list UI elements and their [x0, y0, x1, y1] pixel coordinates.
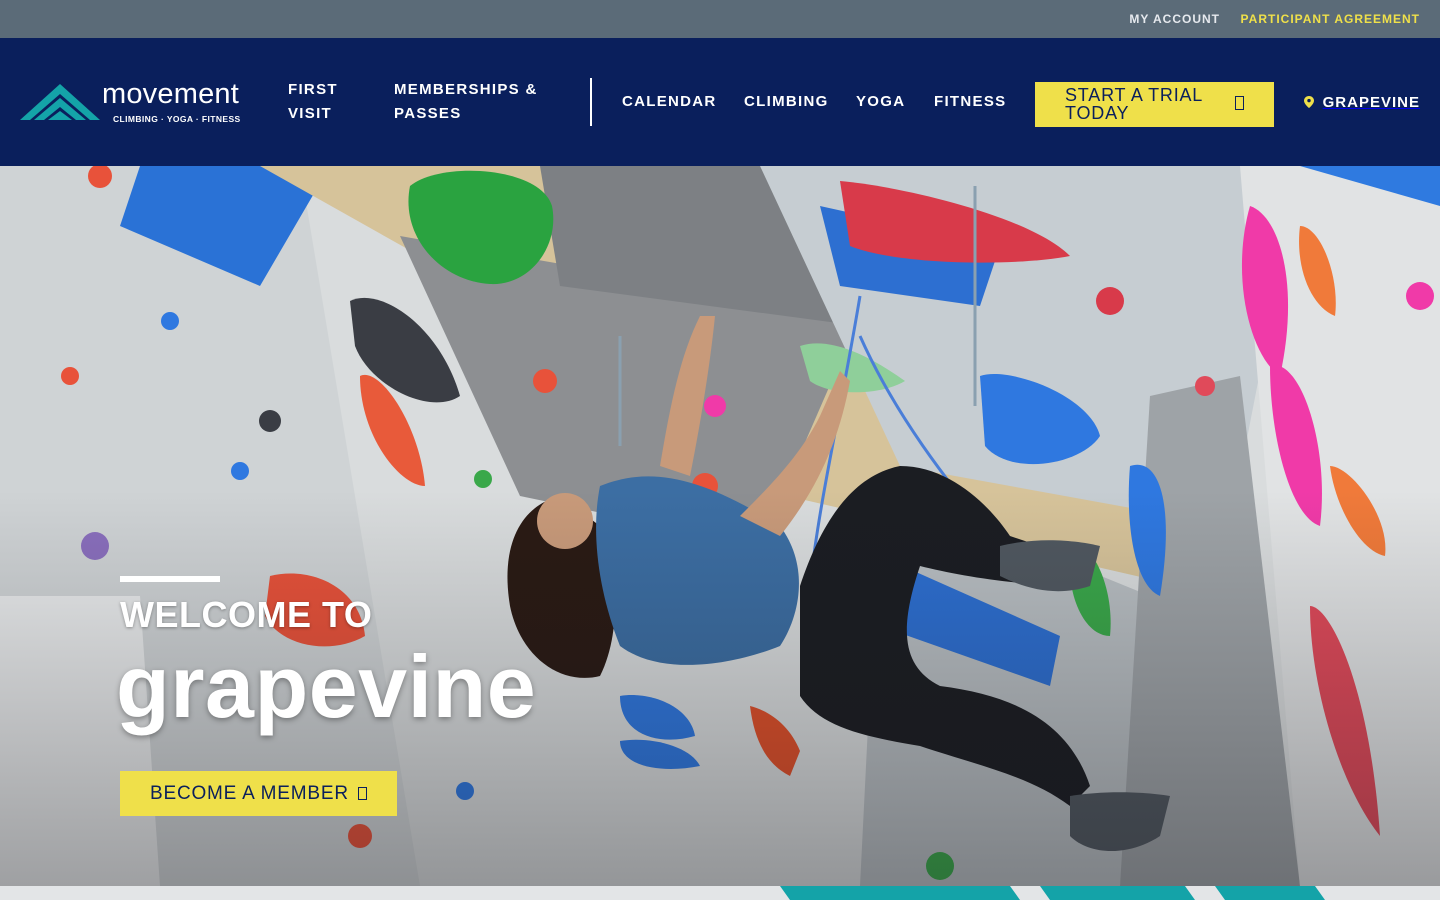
stripe-decoration — [780, 886, 1325, 900]
logo-tagline: CLIMBING · YOGA · FITNESS — [113, 114, 241, 124]
nav-calendar[interactable]: CALENDAR — [622, 90, 717, 114]
nav-yoga[interactable]: YOGA — [856, 90, 905, 114]
my-account-link[interactable]: MY ACCOUNT — [1129, 12, 1220, 26]
map-pin-icon — [1303, 96, 1314, 108]
logo-wordmark: movement — [102, 78, 239, 110]
start-trial-button[interactable]: START A TRIAL TODAY — [1035, 82, 1274, 127]
hero-accent-rule — [120, 576, 220, 582]
nav-divider — [590, 78, 592, 126]
location-selector[interactable]: GRAPEVINE — [1303, 90, 1420, 114]
hero-location-title: grapevine — [116, 637, 537, 736]
nav-memberships-passes[interactable]: MEMBERSHIPS & PASSES — [394, 78, 554, 126]
become-member-label: BECOME A MEMBER — [150, 783, 349, 804]
become-member-button[interactable]: BECOME A MEMBER — [120, 771, 397, 816]
hero-welcome-text: WELCOME TO — [120, 594, 373, 635]
movement-logo[interactable]: movement CLIMBING · YOGA · FITNESS — [20, 78, 265, 128]
participant-agreement-link[interactable]: PARTICIPANT AGREEMENT — [1241, 12, 1420, 26]
start-trial-label: START A TRIAL TODAY — [1065, 85, 1203, 123]
hero-section: WELCOME TO grapevine BECOME A MEMBER — [0, 166, 1440, 886]
utility-bar: MY ACCOUNT PARTICIPANT AGREEMENT — [0, 0, 1440, 38]
location-label: GRAPEVINE — [1322, 93, 1420, 111]
decorative-stripe-band — [0, 886, 1440, 900]
nav-first-visit[interactable]: FIRST VISIT — [288, 78, 358, 126]
arrow-icon — [358, 787, 367, 800]
mountain-logo-icon — [20, 84, 100, 120]
arrow-icon — [1235, 96, 1244, 110]
main-navigation: movement CLIMBING · YOGA · FITNESS FIRST… — [0, 38, 1440, 166]
nav-fitness[interactable]: FITNESS — [934, 90, 1006, 114]
nav-climbing[interactable]: CLIMBING — [744, 90, 829, 114]
